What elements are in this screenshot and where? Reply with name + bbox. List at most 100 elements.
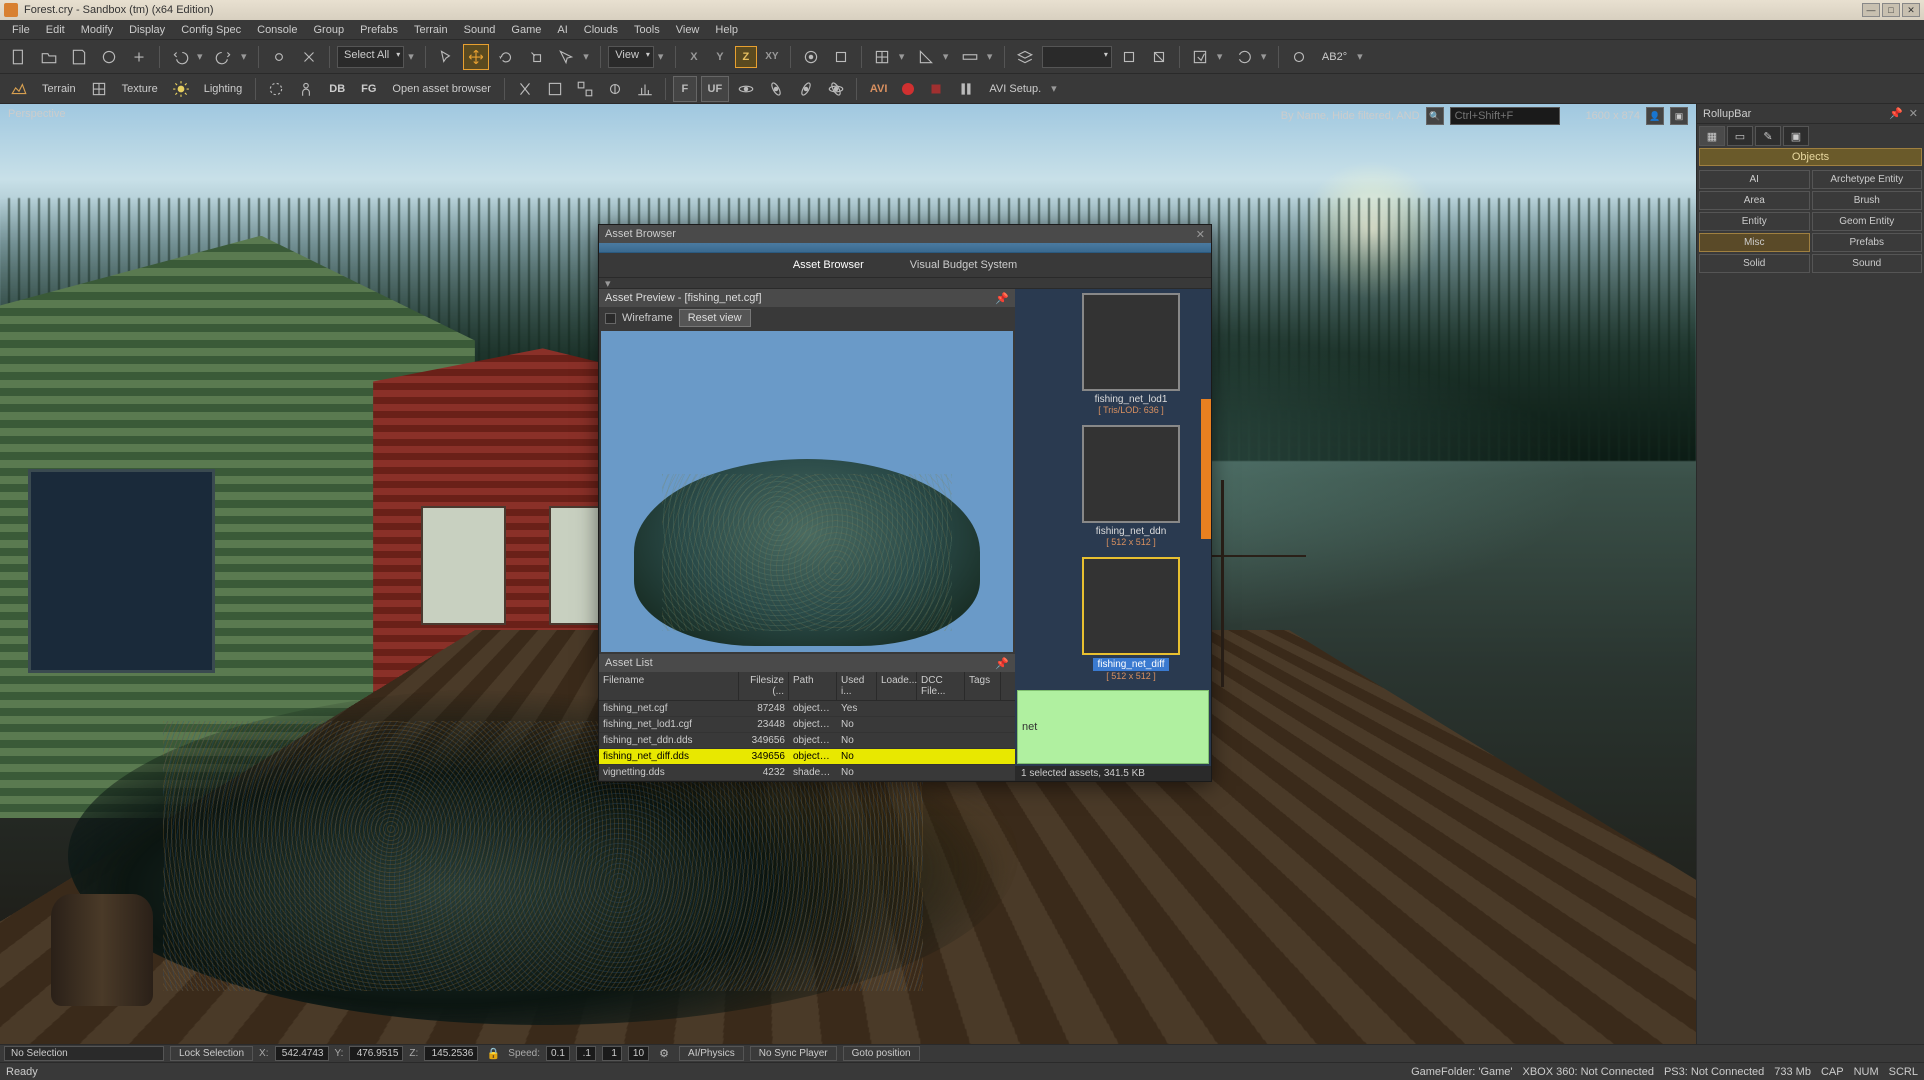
menu-file[interactable]: File — [4, 22, 38, 38]
avi-setup-button[interactable]: AVI Setup. — [983, 83, 1047, 95]
snap-settings-icon[interactable] — [1286, 44, 1312, 70]
open-asset-browser-button[interactable]: Open asset browser — [386, 83, 496, 95]
column-header[interactable]: Used i... — [837, 672, 877, 700]
angle-snap-dropdown[interactable]: ▾ — [943, 50, 953, 63]
object-collision-icon[interactable] — [828, 44, 854, 70]
physics-3-icon[interactable] — [793, 76, 819, 102]
search-icon[interactable]: 🔍 — [1426, 107, 1444, 125]
tab-asset-browser[interactable]: Asset Browser — [785, 255, 872, 275]
speed-settings-icon[interactable]: ⚙ — [655, 1046, 673, 1062]
menu-config-spec[interactable]: Config Spec — [173, 22, 249, 38]
menu-help[interactable]: Help — [707, 22, 746, 38]
no-sync-button[interactable]: No Sync Player — [750, 1046, 837, 1061]
select-area-dropdown[interactable]: ▾ — [583, 50, 593, 63]
tab-visual-budget[interactable]: Visual Budget System — [902, 255, 1025, 275]
selection-history-dropdown[interactable]: ▾ — [408, 50, 418, 63]
menu-group[interactable]: Group — [305, 22, 352, 38]
object-type-geom-entity[interactable]: Geom Entity — [1812, 212, 1923, 231]
user-icon[interactable]: 👤 — [1646, 107, 1664, 125]
redo-icon[interactable] — [211, 44, 237, 70]
select-area-icon[interactable] — [553, 44, 579, 70]
stop-record-icon[interactable] — [923, 76, 949, 102]
column-header[interactable]: Path — [789, 672, 837, 700]
lighting-editor-icon[interactable] — [168, 76, 194, 102]
select-icon[interactable] — [433, 44, 459, 70]
terrain-label[interactable]: Terrain — [36, 83, 82, 95]
menu-view[interactable]: View — [668, 22, 708, 38]
menu-prefabs[interactable]: Prefabs — [352, 22, 406, 38]
reload-scripts-icon[interactable] — [263, 76, 289, 102]
rollup-tab-modify[interactable]: ▭ — [1727, 126, 1753, 146]
menu-console[interactable]: Console — [249, 22, 305, 38]
asset-thumbnail[interactable]: ★fishing_net_diff[ 512 x 512 ] — [1051, 557, 1211, 681]
open-icon[interactable] — [36, 44, 62, 70]
goto-position-button[interactable]: Goto position — [843, 1046, 920, 1061]
reset-view-button[interactable]: Reset view — [679, 309, 751, 327]
layer-dropdown[interactable] — [1042, 46, 1112, 68]
undo-icon[interactable] — [167, 44, 193, 70]
unfreeze-button[interactable]: UF — [701, 76, 729, 102]
rollup-tab-layers[interactable]: ▣ — [1783, 126, 1809, 146]
object-type-brush[interactable]: Brush — [1812, 191, 1923, 210]
save-icon[interactable] — [66, 44, 92, 70]
hide-layer-icon[interactable] — [1146, 44, 1172, 70]
minimize-button[interactable]: — — [1862, 3, 1880, 17]
asset-row[interactable]: fishing_net_diff.dds349656objects/...No — [599, 749, 1015, 765]
goto-dropdown[interactable]: ▾ — [1217, 50, 1227, 63]
speed-preset-2[interactable]: 1 — [602, 1046, 622, 1061]
redo-dropdown[interactable]: ▾ — [241, 50, 251, 63]
list-pin-icon[interactable]: 📌 — [995, 657, 1009, 670]
menu-clouds[interactable]: Clouds — [576, 22, 626, 38]
goto-selection-icon[interactable] — [1187, 44, 1213, 70]
wireframe-checkbox[interactable] — [605, 313, 616, 324]
gizmo-4-icon[interactable] — [602, 76, 628, 102]
asset-row[interactable]: fishing_net_ddn.dds349656objects/...No — [599, 733, 1015, 749]
column-header[interactable]: Loade... — [877, 672, 917, 700]
new-icon[interactable] — [6, 44, 32, 70]
coord-system-dropdown[interactable]: View — [608, 46, 654, 68]
speed-value[interactable]: 0.1 — [546, 1046, 570, 1061]
coord-z-value[interactable]: 145.2536 — [424, 1046, 478, 1061]
undo-dropdown[interactable]: ▾ — [197, 50, 207, 63]
flowgraph-button[interactable]: FG — [355, 83, 382, 95]
terrain-editor-icon[interactable] — [6, 76, 32, 102]
object-type-ai[interactable]: AI — [1699, 170, 1810, 189]
asset-row[interactable]: fishing_net_lod1.cgf23448objects/...No — [599, 717, 1015, 733]
move-icon[interactable] — [463, 44, 489, 70]
object-type-prefabs[interactable]: Prefabs — [1812, 233, 1923, 252]
ai-physics-button[interactable]: AI/Physics — [679, 1046, 744, 1061]
column-header[interactable]: Filesize (... — [739, 672, 789, 700]
angle-snap-icon[interactable] — [913, 44, 939, 70]
rollup-tab-display[interactable]: ✎ — [1755, 126, 1781, 146]
texture-editor-icon[interactable] — [86, 76, 112, 102]
layers-icon[interactable] — [1012, 44, 1038, 70]
coord-y-value[interactable]: 476.9515 — [349, 1046, 403, 1061]
asset-browser-close-icon[interactable]: ✕ — [1196, 228, 1205, 241]
reload-icon[interactable] — [1231, 44, 1257, 70]
asset-row[interactable]: vignetting.dds4232shaders/...No — [599, 765, 1015, 781]
column-header[interactable]: Tags — [965, 672, 1001, 700]
gizmo-3-icon[interactable] — [572, 76, 598, 102]
viewport-search-input[interactable] — [1450, 107, 1560, 125]
axis-z-button[interactable]: Z — [735, 46, 757, 68]
snap-value-label[interactable]: AB2° — [1316, 51, 1353, 63]
physics-2-icon[interactable] — [763, 76, 789, 102]
column-header[interactable]: DCC File... — [917, 672, 965, 700]
object-type-misc[interactable]: Misc — [1699, 233, 1810, 252]
camera-icon[interactable]: ▣ — [1670, 107, 1688, 125]
freeze-button[interactable]: F — [673, 76, 697, 102]
menu-toggle-icon[interactable]: ▾ — [605, 277, 611, 290]
object-type-entity[interactable]: Entity — [1699, 212, 1810, 231]
physics-1-icon[interactable] — [733, 76, 759, 102]
coord-lock-icon[interactable]: 🔒 — [484, 1046, 502, 1062]
object-type-archetype-entity[interactable]: Archetype Entity — [1812, 170, 1923, 189]
menu-display[interactable]: Display — [121, 22, 173, 38]
record-button[interactable] — [897, 78, 919, 100]
snap-value-dropdown[interactable]: ▾ — [1357, 50, 1367, 63]
axis-y-button[interactable]: Y — [709, 46, 731, 68]
asset-search-input[interactable] — [1017, 690, 1209, 764]
object-type-sound[interactable]: Sound — [1812, 254, 1923, 273]
object-type-area[interactable]: Area — [1699, 191, 1810, 210]
texture-label[interactable]: Texture — [116, 83, 164, 95]
menu-terrain[interactable]: Terrain — [406, 22, 456, 38]
